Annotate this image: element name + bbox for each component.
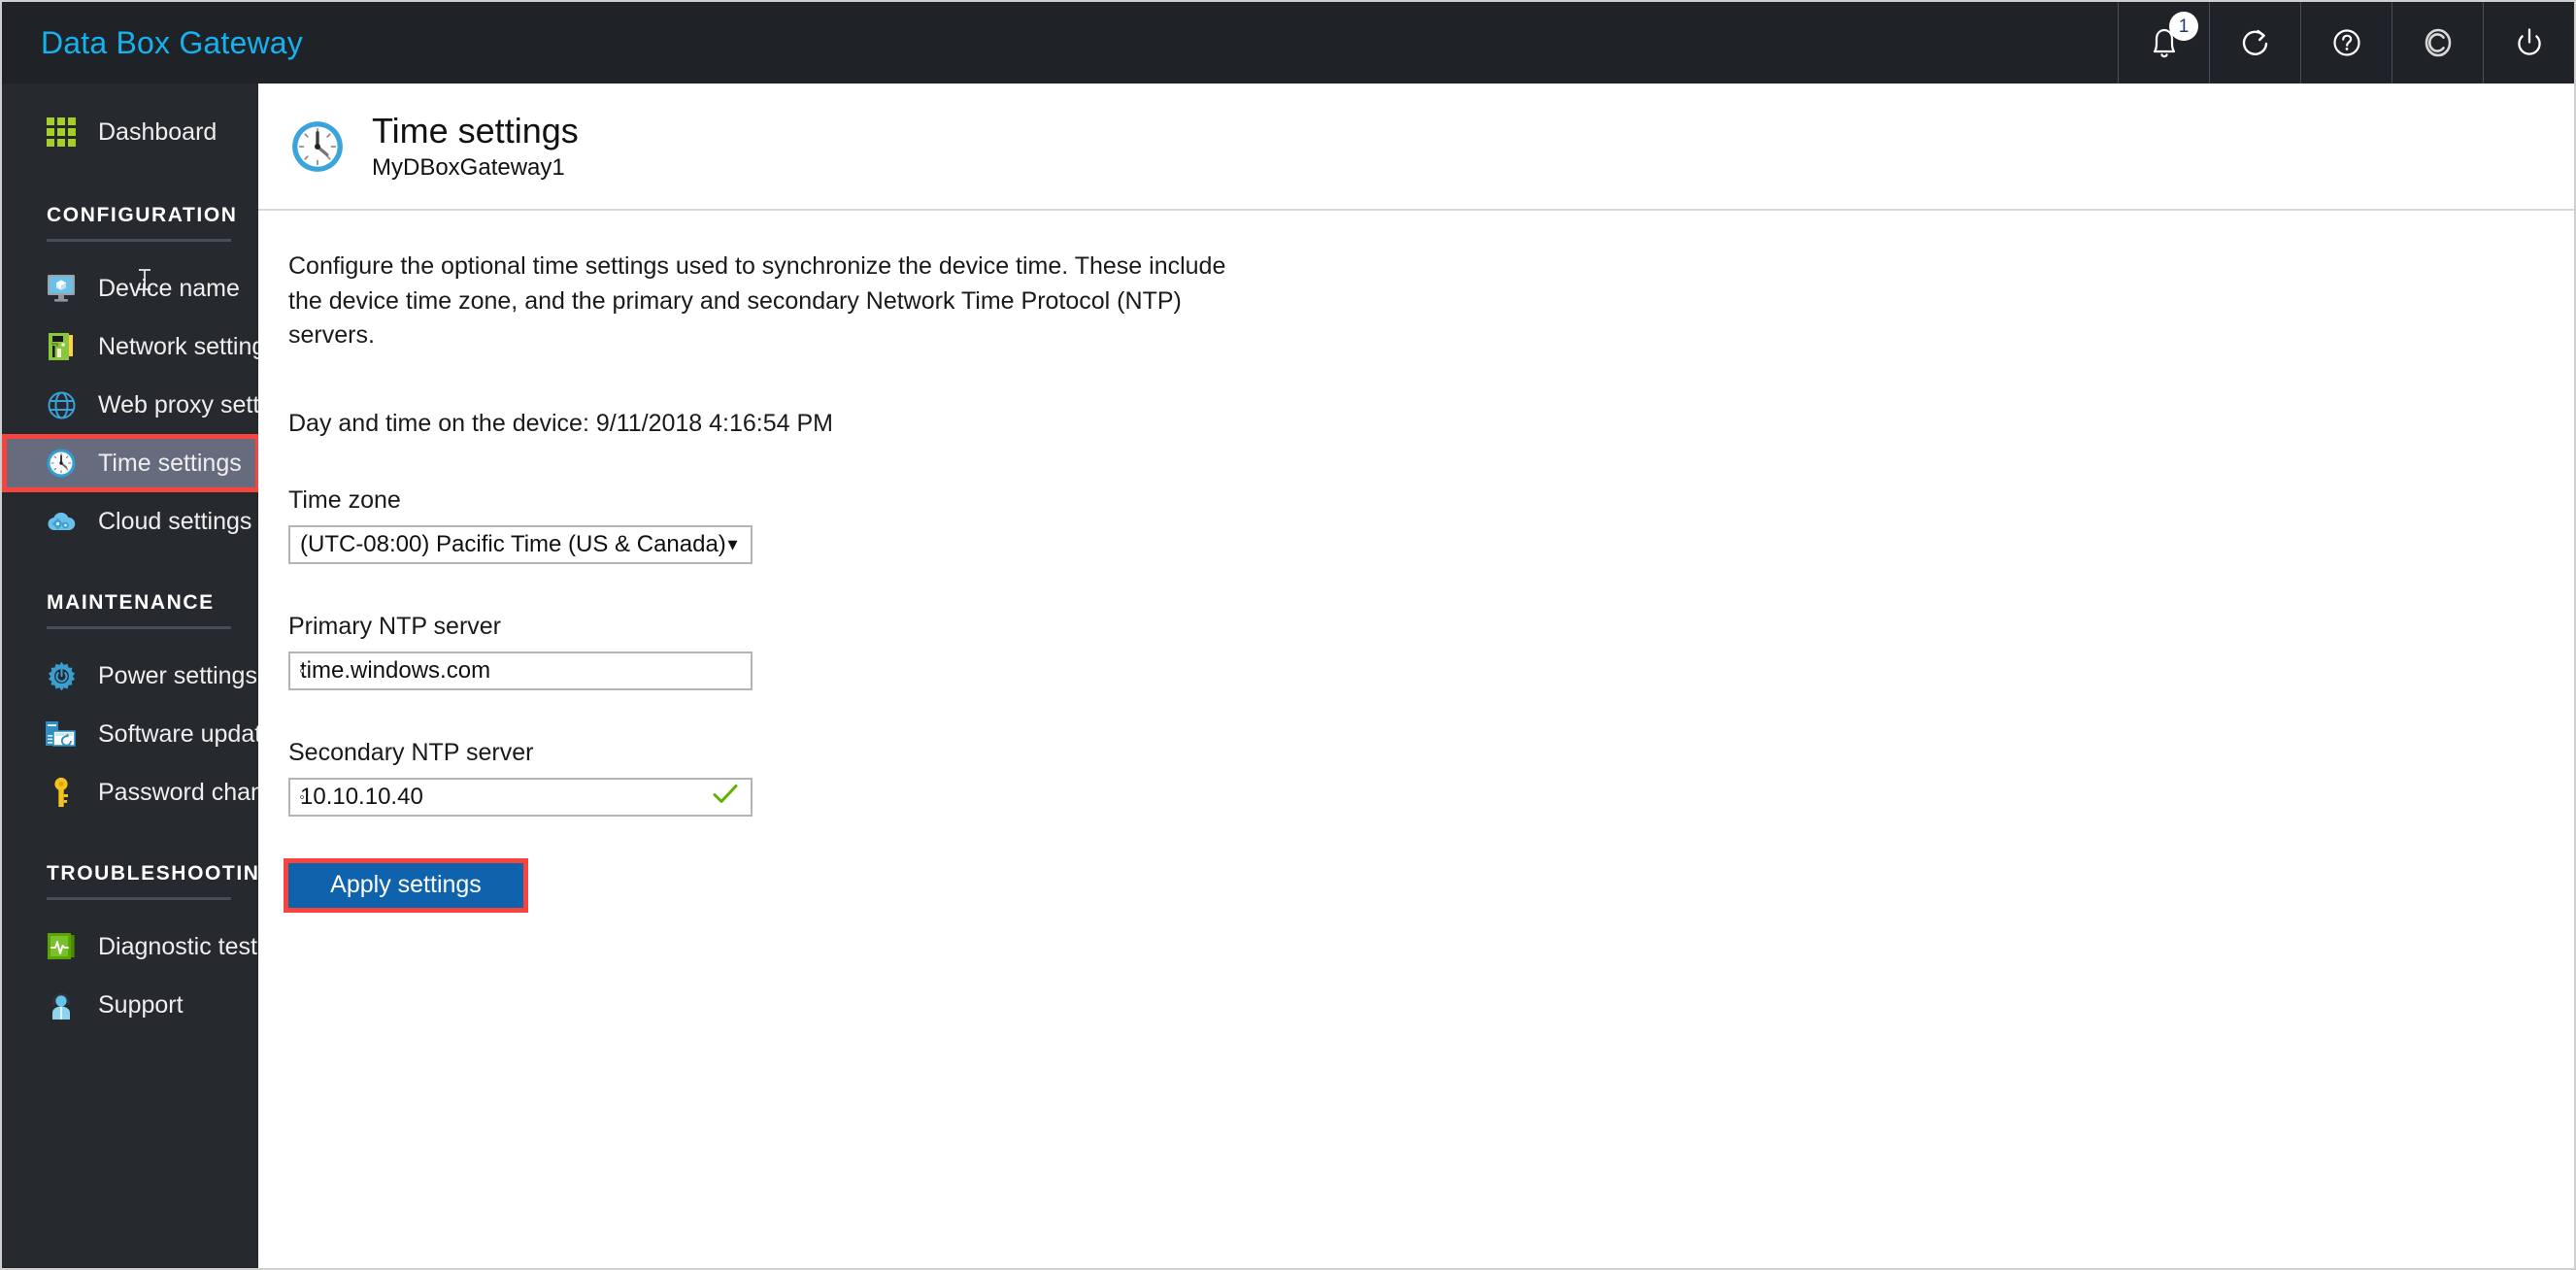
- sidebar-item-power-settings[interactable]: Power settings: [2, 647, 258, 705]
- sidebar-item-diagnostic-tests[interactable]: Diagnostic tests: [2, 918, 258, 976]
- timezone-label: Time zone: [288, 485, 401, 514]
- sidebar-item-device-name[interactable]: Device name: [2, 259, 258, 318]
- gear-power-icon: [45, 659, 78, 692]
- sidebar-item-label: Network settings: [98, 332, 258, 360]
- sidebar-item-label: Cloud settings: [98, 507, 252, 535]
- primary-ntp-label: Primary NTP server: [288, 612, 502, 640]
- device-day-and-time: Day and time on the device: 9/11/2018 4:…: [288, 409, 834, 437]
- chevron-down-icon: ▼: [724, 535, 741, 553]
- section-divider: [47, 239, 231, 242]
- top-bar-actions: 1: [2118, 2, 2574, 84]
- sidebar-item-label: Device name: [98, 274, 240, 302]
- clock-icon: [290, 119, 345, 174]
- sidebar-item-dashboard[interactable]: Dashboard: [2, 103, 258, 161]
- apply-settings-button[interactable]: Apply settings: [288, 862, 523, 908]
- software-update-icon: [45, 718, 78, 751]
- sidebar-section-configuration: CONFIGURATION: [2, 204, 258, 242]
- sidebar-item-label: Power settings: [98, 661, 257, 689]
- help-button[interactable]: [2300, 2, 2392, 84]
- primary-ntp-input[interactable]: [300, 668, 304, 673]
- sidebar-item-label: Time settings: [98, 449, 242, 477]
- support-person-icon: [45, 988, 78, 1021]
- power-icon: [2509, 22, 2550, 63]
- refresh-icon: [2235, 22, 2276, 63]
- sidebar-section-maintenance: MAINTENANCE: [2, 591, 258, 629]
- checkmark-icon: [713, 783, 738, 811]
- application-window: Data Box Gateway 1 Dashboard CONFIGURATI…: [0, 0, 2576, 1270]
- main-content: Time settings MyDBoxGateway1 Configure t…: [258, 84, 2574, 1268]
- primary-ntp-input-wrapper[interactable]: time.windows.com: [288, 651, 753, 690]
- diagnostics-icon: [45, 930, 78, 963]
- sidebar-item-label: Web proxy settings: [98, 390, 258, 418]
- cloud-gears-icon: [45, 505, 78, 538]
- secondary-ntp-input-value: 10.10.10.40: [300, 783, 423, 810]
- app-title: Data Box Gateway: [41, 24, 303, 60]
- page-header: Time settings MyDBoxGateway1: [258, 84, 2574, 211]
- help-icon: [2326, 22, 2367, 63]
- sidebar-item-time-settings[interactable]: Time settings: [2, 434, 258, 492]
- copyright-button[interactable]: [2392, 2, 2483, 84]
- page-title: Time settings: [372, 110, 579, 150]
- secondary-ntp-input[interactable]: [300, 794, 304, 799]
- power-button[interactable]: [2483, 2, 2574, 84]
- sidebar-item-network-settings[interactable]: Network settings: [2, 318, 258, 376]
- field-timezone: Time zone (UTC-08:00) Pacific Time (US &…: [288, 486, 2574, 564]
- sidebar-item-label: Diagnostic tests: [98, 932, 258, 960]
- sidebar-item-password-change[interactable]: Password change: [2, 763, 258, 821]
- notifications-button[interactable]: 1: [2118, 2, 2209, 84]
- secondary-ntp-input-wrapper[interactable]: 10.10.10.40: [288, 777, 753, 817]
- intro-description: Configure the optional time settings use…: [288, 252, 1226, 349]
- timezone-select[interactable]: (UTC-08:00) Pacific Time (US & Canada) ▼: [288, 524, 753, 564]
- grid-icon: [45, 116, 78, 149]
- section-divider: [47, 626, 231, 629]
- sidebar-section-troubleshooting: TROUBLESHOOTING: [2, 862, 258, 900]
- primary-ntp-input-value: time.windows.com: [300, 656, 491, 684]
- section-heading: TROUBLESHOOTING: [47, 862, 258, 885]
- field-primary-ntp: Primary NTP server time.windows.com: [288, 613, 2574, 690]
- page-header-text: Time settings MyDBoxGateway1: [372, 111, 579, 182]
- sidebar-item-label: Support: [98, 990, 184, 1019]
- page-subtitle: MyDBoxGateway1: [372, 154, 565, 182]
- app-brand: Data Box Gateway: [2, 2, 2118, 84]
- clock-icon: [45, 447, 78, 480]
- key-icon: [45, 776, 78, 809]
- settings-form: Configure the optional time settings use…: [258, 211, 2574, 913]
- refresh-button[interactable]: [2209, 2, 2300, 84]
- timezone-selected-value: (UTC-08:00) Pacific Time (US & Canada): [300, 530, 726, 557]
- field-secondary-ntp: Secondary NTP server 10.10.10.40: [288, 739, 2574, 817]
- notifications-badge: 1: [2169, 12, 2198, 41]
- sidebar: Dashboard CONFIGURATION Device name Netw…: [2, 84, 258, 1268]
- section-heading: MAINTENANCE: [47, 591, 215, 614]
- sidebar-item-label: Dashboard: [98, 117, 217, 146]
- sidebar-item-web-proxy-settings[interactable]: Web proxy settings: [2, 376, 258, 434]
- apply-settings-wrapper: Apply settings: [284, 857, 531, 913]
- network-card-icon: [45, 330, 78, 363]
- sidebar-item-support[interactable]: Support: [2, 976, 258, 1034]
- section-heading: CONFIGURATION: [47, 204, 238, 226]
- sidebar-item-software-update[interactable]: Software update: [2, 705, 258, 763]
- secondary-ntp-label: Secondary NTP server: [288, 738, 534, 766]
- copyright-icon: [2418, 22, 2459, 63]
- sidebar-item-label: Software update: [98, 719, 258, 748]
- sidebar-item-cloud-settings[interactable]: Cloud settings: [2, 492, 258, 551]
- monitor-icon: [45, 272, 78, 305]
- sidebar-item-label: Password change: [98, 778, 258, 806]
- globe-icon: [45, 388, 78, 421]
- section-divider: [47, 897, 231, 900]
- top-bar: Data Box Gateway 1: [2, 2, 2574, 84]
